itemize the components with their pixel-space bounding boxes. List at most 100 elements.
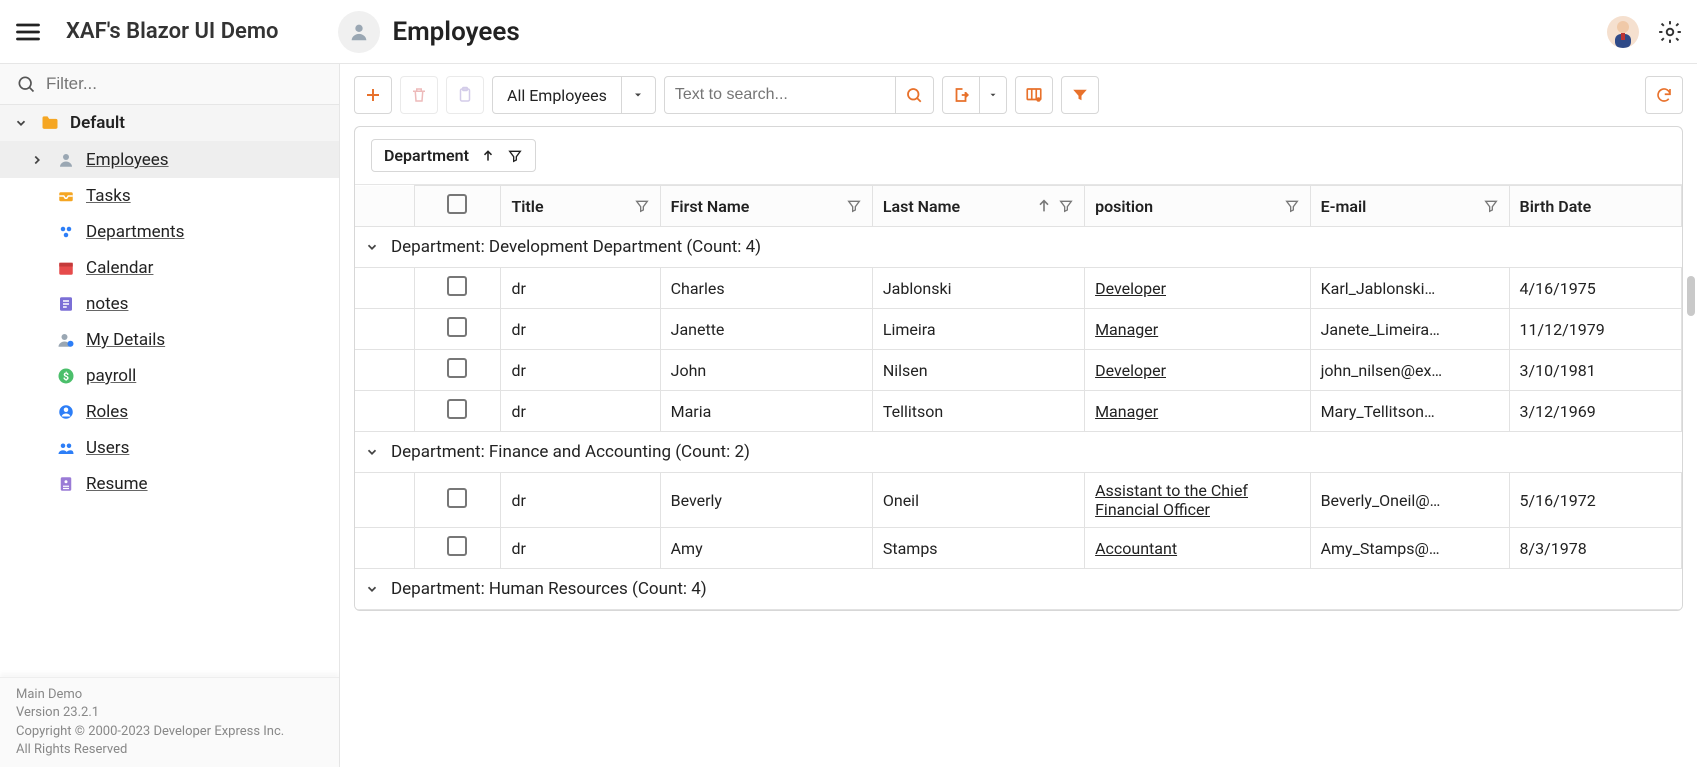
sort-up-icon[interactable] [481,149,495,163]
app-header: XAF's Blazor UI Demo Employees [0,0,1697,64]
sidebar-item-label: Users [86,438,129,458]
filter-icon[interactable] [1483,198,1499,214]
checkbox-icon[interactable] [447,358,467,378]
row-select[interactable] [414,350,501,391]
caret-down-icon [988,90,998,100]
new-button[interactable] [354,76,392,114]
row-select[interactable] [414,268,501,309]
sidebar-filter-input[interactable] [46,74,323,94]
table-row[interactable]: drBeverlyOneilAssistant to the Chief Fin… [355,473,1682,528]
col-header-birthdate[interactable]: Birth Date [1509,186,1681,227]
sidebar-item-employees[interactable]: Employees [0,142,339,178]
settings-button[interactable] [1657,19,1683,45]
cell-lastname: Stamps [872,528,1084,569]
filter-icon[interactable] [507,148,523,164]
sort-up-icon[interactable] [1036,198,1052,214]
search-input[interactable] [665,86,895,104]
search-icon [16,74,36,94]
filter-icon[interactable] [1058,198,1074,214]
clipboard-icon [456,86,474,104]
chevron-right-icon[interactable] [28,151,46,169]
row-indent [355,350,414,391]
sidebar-item-departments[interactable]: Departments [0,214,339,250]
sidebar-item-notes[interactable]: notes [0,286,339,322]
col-label: First Name [671,197,750,216]
filter-button[interactable] [1061,76,1099,114]
sidebar: Default EmployeesTasksDepartmentsCalenda… [0,64,340,767]
col-header-email[interactable]: E-mail [1310,186,1509,227]
checkbox-icon[interactable] [447,276,467,296]
row-select[interactable] [414,309,501,350]
sidebar-item-label: notes [86,294,128,314]
delete-button[interactable] [400,76,438,114]
cell-position[interactable]: Developer [1085,350,1311,391]
user-avatar[interactable] [1607,16,1639,48]
column-chooser-button[interactable] [1015,76,1053,114]
checkbox-icon[interactable] [447,317,467,337]
cell-birth: 8/3/1978 [1509,528,1681,569]
cell-position[interactable]: Accountant [1085,528,1311,569]
select-all-header[interactable] [414,186,501,227]
view-select-dropdown[interactable] [621,77,655,113]
cell-firstname: Janette [660,309,872,350]
sidebar-item-mydetails[interactable]: My Details [0,322,339,358]
cell-position[interactable]: Manager [1085,309,1311,350]
row-select[interactable] [414,391,501,432]
col-header-title[interactable]: Title [501,186,660,227]
table-row[interactable]: drJanetteLimeiraManagerJanete_Limeira…11… [355,309,1682,350]
search-button[interactable] [895,77,933,113]
table-row[interactable]: drJohnNilsenDeveloperjohn_nilsen@ex…3/10… [355,350,1682,391]
sidebar-item-roles[interactable]: Roles [0,394,339,430]
cell-birth: 11/12/1979 [1509,309,1681,350]
col-header-lastname[interactable]: Last Name [872,186,1084,227]
view-select-label[interactable]: All Employees [493,86,621,105]
refresh-button[interactable] [1645,76,1683,114]
filter-icon[interactable] [634,198,650,214]
sidebar-item-payroll[interactable]: $payroll [0,358,339,394]
checkbox-icon[interactable] [447,194,467,214]
sidebar-item-label: payroll [86,366,136,386]
clipboard-button[interactable] [446,76,484,114]
row-indent [355,391,414,432]
cell-position[interactable]: Manager [1085,391,1311,432]
group-row[interactable]: Department: Development Department (Coun… [355,227,1682,268]
export-dropdown[interactable] [979,76,1007,114]
sidebar-item-calendar[interactable]: Calendar [0,250,339,286]
group-row[interactable]: Department: Finance and Accounting (Coun… [355,432,1682,473]
table-row[interactable]: drMariaTellitsonManagerMary_Tellitson…3/… [355,391,1682,432]
table-row[interactable]: drCharlesJablonskiDeveloperKarl_Jablonsk… [355,268,1682,309]
checkbox-icon[interactable] [447,399,467,419]
group-row[interactable]: Department: Human Resources (Count: 4) [355,569,1682,610]
export-split-button [942,76,1007,114]
chevron-down-icon[interactable] [365,240,379,254]
cell-lastname: Oneil [872,473,1084,528]
filter-icon[interactable] [1284,198,1300,214]
cell-firstname: Charles [660,268,872,309]
row-select[interactable] [414,473,501,528]
row-indent [355,309,414,350]
scrollbar-thumb[interactable] [1687,276,1695,316]
sidebar-item-users[interactable]: Users [0,430,339,466]
chevron-down-icon[interactable] [365,582,379,596]
table-row[interactable]: drAmyStampsAccountantAmy_Stamps@…8/3/197… [355,528,1682,569]
cell-birth: 4/16/1975 [1509,268,1681,309]
inbox-icon [56,186,76,206]
sidebar-item-resume[interactable]: Resume [0,466,339,502]
cell-position[interactable]: Developer [1085,268,1311,309]
filter-icon[interactable] [846,198,862,214]
cell-position[interactable]: Assistant to the Chief Financial Officer [1085,473,1311,528]
export-button[interactable] [942,76,980,114]
chevron-down-icon[interactable] [365,445,379,459]
col-header-position[interactable]: position [1085,186,1311,227]
checkbox-icon[interactable] [447,488,467,508]
cell-title: dr [501,268,660,309]
footer-line: All Rights Reserved [16,741,323,759]
sidebar-item-tasks[interactable]: Tasks [0,178,339,214]
checkbox-icon[interactable] [447,536,467,556]
col-header-firstname[interactable]: First Name [660,186,872,227]
menu-toggle-button[interactable] [14,18,42,46]
nav-root-default[interactable]: Default [0,105,339,142]
group-chip-department[interactable]: Department [371,139,536,172]
row-select[interactable] [414,528,501,569]
nav-tree: Default EmployeesTasksDepartmentsCalenda… [0,105,339,677]
